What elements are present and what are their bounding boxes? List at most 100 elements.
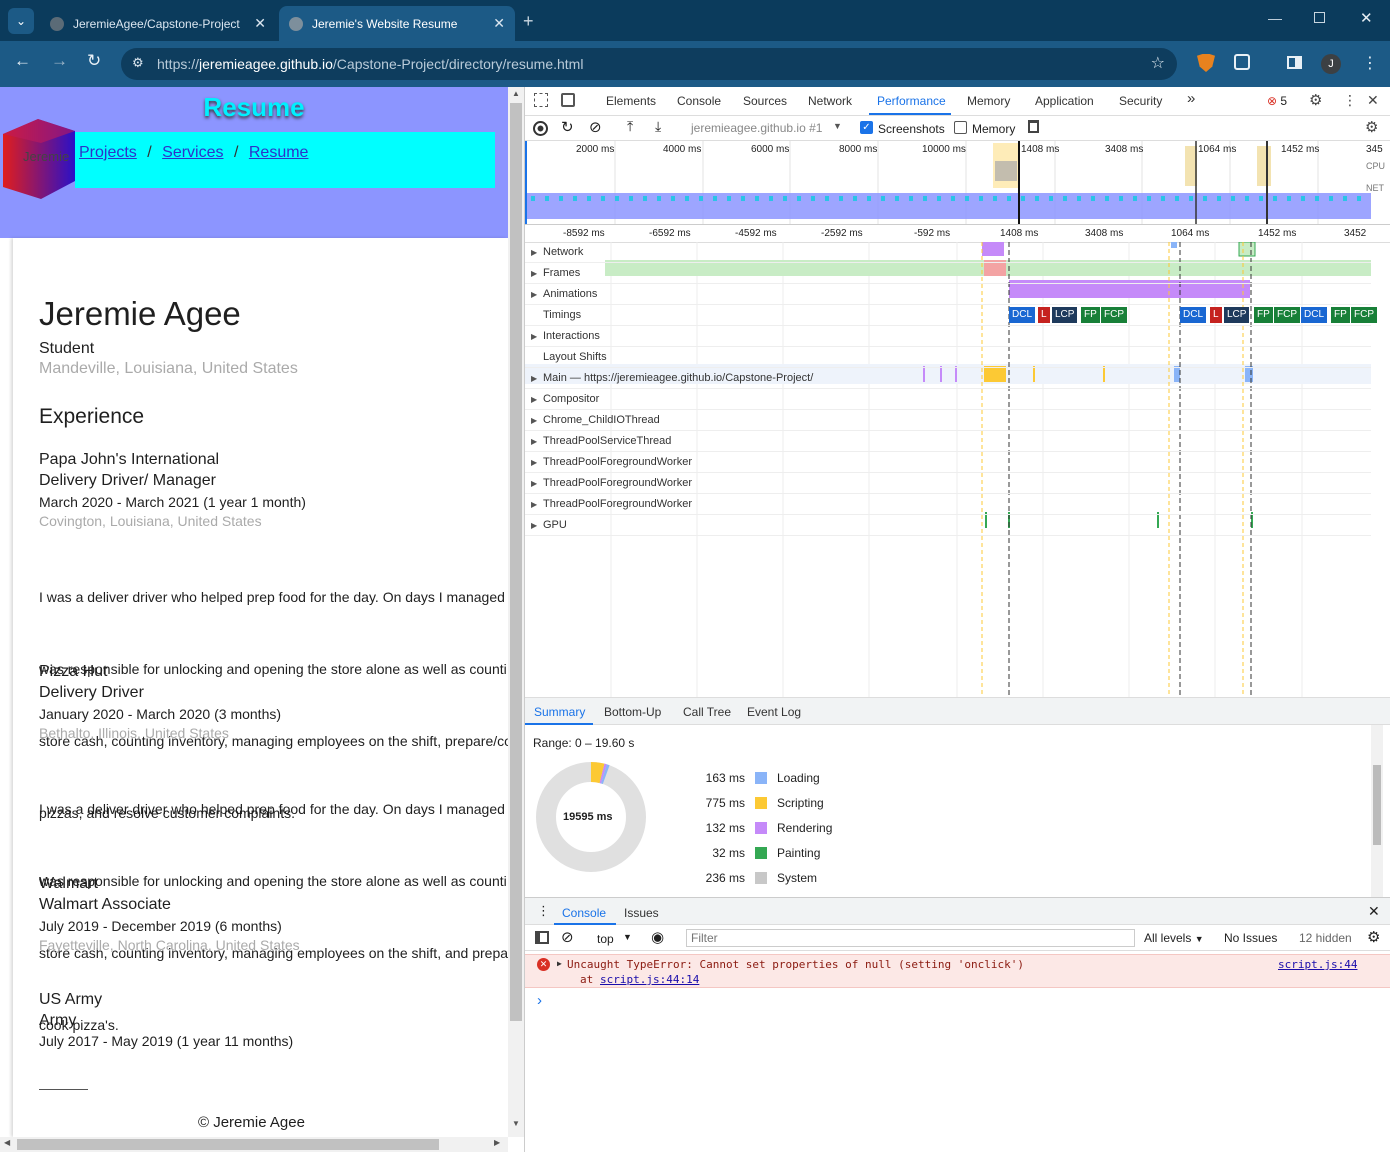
timing-marker-fcp[interactable]: FCP xyxy=(1351,307,1377,323)
timing-marker-load[interactable]: L xyxy=(1210,307,1222,323)
reload-icon[interactable]: ↻ xyxy=(87,51,101,71)
drawer-tab-issues[interactable]: Issues xyxy=(624,906,659,920)
tab-console[interactable]: Console xyxy=(677,94,721,108)
expand-arrow-icon[interactable]: ▶ xyxy=(531,410,543,431)
error-source-link[interactable]: script.js:44 xyxy=(1278,958,1357,971)
timing-marker-fp[interactable]: FP xyxy=(1331,307,1350,323)
timing-marker-fp[interactable]: FP xyxy=(1081,307,1100,323)
issues-count[interactable]: No Issues xyxy=(1224,931,1277,945)
console-settings-icon[interactable]: ⚙ xyxy=(1367,928,1380,946)
capture-settings-icon[interactable]: ⚙ xyxy=(1365,118,1378,136)
track-threadpool-foreground[interactable]: ▶ ThreadPoolForegroundWorker xyxy=(525,473,1371,494)
site-info-icon[interactable]: ⚙ xyxy=(132,55,144,71)
tab-security[interactable]: Security xyxy=(1119,94,1162,108)
close-devtools-icon[interactable]: ✕ xyxy=(1367,92,1379,109)
context-select[interactable]: top xyxy=(597,932,614,946)
close-drawer-icon[interactable]: ✕ xyxy=(1368,903,1380,920)
new-tab-icon[interactable]: + xyxy=(523,11,534,32)
stack-frame-link[interactable]: script.js:44:14 xyxy=(600,973,699,986)
expand-arrow-icon[interactable]: ▶ xyxy=(531,263,543,284)
menu-kebab-icon[interactable]: ⋮ xyxy=(1362,53,1378,73)
track-frames[interactable]: ▶ Frames xyxy=(525,263,1371,284)
track-child-io-thread[interactable]: ▶ Chrome_ChildIOThread xyxy=(525,410,1371,431)
metamask-extension-icon[interactable] xyxy=(1197,54,1215,72)
close-tab-icon[interactable]: ✕ xyxy=(254,15,266,32)
scrollbar-left-arrow-icon[interactable]: ◀ xyxy=(4,1138,10,1147)
sidebar-toggle-icon[interactable] xyxy=(535,931,549,944)
devtools-menu-icon[interactable]: ⋮ xyxy=(1343,92,1357,109)
memory-checkbox[interactable] xyxy=(954,121,967,134)
extensions-puzzle-icon[interactable] xyxy=(1234,54,1250,70)
tab-call-tree[interactable]: Call Tree xyxy=(683,705,731,719)
maximize-icon[interactable] xyxy=(1314,12,1325,23)
nav-link-projects[interactable]: Projects xyxy=(79,144,137,161)
recording-select[interactable]: jeremieagee.github.io #1 xyxy=(691,121,822,135)
expand-arrow-icon[interactable]: ▶ xyxy=(557,959,562,968)
tab-application[interactable]: Application xyxy=(1035,94,1094,108)
console-prompt[interactable]: › xyxy=(537,992,542,1009)
live-expression-eye-icon[interactable]: ◉ xyxy=(651,928,664,946)
profile-avatar[interactable]: J xyxy=(1321,54,1341,74)
timing-marker-fp[interactable]: FP xyxy=(1254,307,1273,323)
bookmark-star-icon[interactable]: ☆ xyxy=(1151,53,1165,73)
expand-arrow-icon[interactable]: ▶ xyxy=(531,431,543,452)
tab-performance[interactable]: Performance xyxy=(877,94,946,108)
nav-link-services[interactable]: Services xyxy=(162,144,223,161)
minimize-icon[interactable]: — xyxy=(1268,10,1282,26)
tab-event-log[interactable]: Event Log xyxy=(747,705,801,719)
summary-scrollbar[interactable] xyxy=(1371,725,1383,897)
address-bar[interactable]: ⚙ https://jeremieagee.github.io/Capstone… xyxy=(121,48,1177,80)
timing-marker-fcp[interactable]: FCP xyxy=(1101,307,1127,323)
inspect-element-icon[interactable] xyxy=(534,93,548,107)
expand-arrow-icon[interactable]: ▶ xyxy=(531,473,543,494)
console-filter-input[interactable] xyxy=(686,929,1135,947)
chevron-down-icon[interactable]: ▼ xyxy=(833,121,842,131)
timing-marker-dcl[interactable]: DCL xyxy=(1009,307,1036,323)
save-profile-icon[interactable]: ⤓ xyxy=(655,118,661,135)
expand-arrow-icon[interactable]: ▶ xyxy=(531,368,543,389)
page-horizontal-scrollbar[interactable]: ◀ ▶ xyxy=(0,1137,508,1152)
close-window-icon[interactable]: ✕ xyxy=(1360,9,1373,27)
tab-bottom-up[interactable]: Bottom-Up xyxy=(604,705,661,719)
forward-arrow-icon[interactable]: → xyxy=(51,51,68,71)
tab-summary[interactable]: Summary xyxy=(534,705,585,719)
expand-arrow-icon[interactable]: ▶ xyxy=(531,452,543,473)
scrollbar-down-arrow-icon[interactable]: ▼ xyxy=(512,1119,520,1128)
expand-arrow-icon[interactable]: ▶ xyxy=(531,389,543,410)
scrollbar-thumb[interactable] xyxy=(510,103,522,1021)
chevron-down-icon[interactable]: ▼ xyxy=(623,932,632,942)
load-profile-icon[interactable]: ⤒ xyxy=(627,118,633,135)
error-count-badge[interactable]: ⊗ 5 xyxy=(1267,94,1287,108)
track-animations[interactable]: ▶ Animations xyxy=(525,284,1371,305)
timing-marker-fcp[interactable]: FCP xyxy=(1274,307,1300,323)
scrollbar-right-arrow-icon[interactable]: ▶ xyxy=(494,1138,500,1147)
tab-search-button[interactable]: ⌄ xyxy=(8,8,34,34)
track-timings[interactable]: Timings DCL L LCP FP FCP DCL L LCP FP FC… xyxy=(525,305,1377,326)
clear-console-icon[interactable]: ⊘ xyxy=(561,928,574,946)
reload-record-icon[interactable]: ↻ xyxy=(561,118,574,136)
page-vertical-scrollbar[interactable]: ▲ ▼ xyxy=(508,87,524,1137)
expand-arrow-icon[interactable]: ▶ xyxy=(531,515,543,536)
timing-marker-dcl[interactable]: DCL xyxy=(1180,307,1207,323)
scrollbar-up-arrow-icon[interactable]: ▲ xyxy=(512,89,520,98)
timing-marker-load[interactable]: L xyxy=(1038,307,1050,323)
expand-arrow-icon[interactable]: ▶ xyxy=(531,494,543,515)
console-error-message[interactable]: ✕ ▶ Uncaught TypeError: Cannot set prope… xyxy=(525,954,1390,988)
track-threadpool-foreground[interactable]: ▶ ThreadPoolForegroundWorker xyxy=(525,452,1371,473)
track-threadpool-foreground[interactable]: ▶ ThreadPoolForegroundWorker xyxy=(525,494,1371,515)
drawer-menu-icon[interactable]: ⋮ xyxy=(537,903,550,919)
screenshots-checkbox[interactable]: ✓ xyxy=(860,121,873,134)
tab-resume[interactable]: Jeremie's Website Resume ✕ xyxy=(279,6,515,41)
timing-marker-dcl[interactable]: DCL xyxy=(1301,307,1328,323)
side-panel-icon[interactable] xyxy=(1287,56,1302,69)
track-threadpool-service[interactable]: ▶ ThreadPoolServiceThread xyxy=(525,431,1371,452)
tab-network[interactable]: Network xyxy=(808,94,852,108)
log-levels-select[interactable]: All levels ▼ xyxy=(1144,931,1204,945)
expand-arrow-icon[interactable]: ▶ xyxy=(531,242,543,263)
settings-gear-icon[interactable]: ⚙ xyxy=(1309,91,1322,109)
back-arrow-icon[interactable]: ← xyxy=(14,51,31,71)
track-layout-shifts[interactable]: Layout Shifts xyxy=(525,347,1371,368)
scrollbar-thumb[interactable] xyxy=(1373,765,1381,845)
track-compositor[interactable]: ▶ Compositor xyxy=(525,389,1371,410)
track-interactions[interactable]: ▶ Interactions xyxy=(525,326,1371,347)
